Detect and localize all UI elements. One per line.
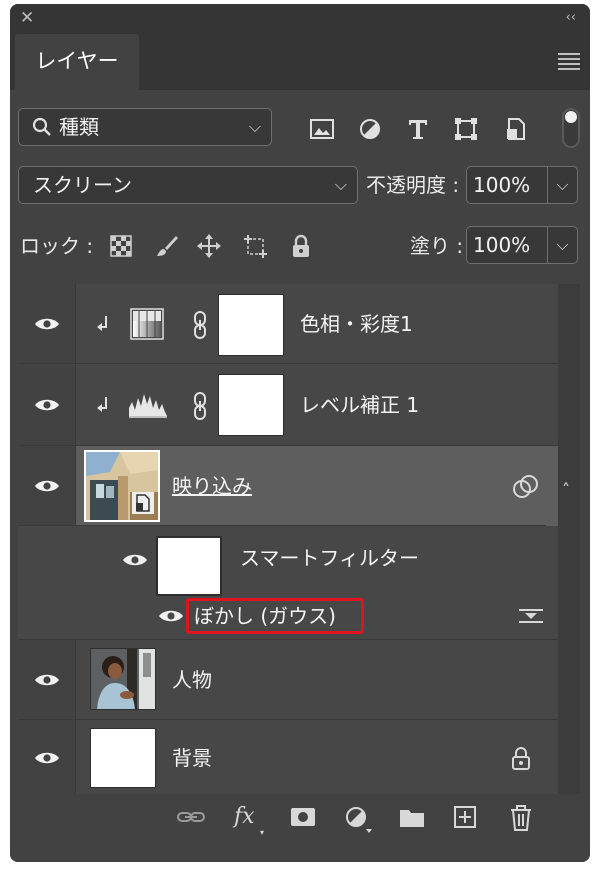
layers-list: 色相・彩度1 レベル補正 1 映り込み スマートフィルター ぼかし (ガウス) … (18, 284, 558, 794)
shape-filter-icon[interactable] (452, 115, 480, 143)
layer-name[interactable]: ぼかし (ガウス) (194, 602, 336, 630)
mask-link-icon[interactable] (192, 391, 208, 425)
lock-artboard-icon[interactable] (242, 233, 268, 259)
layers-scrollbar[interactable]: ˄ (558, 284, 580, 794)
layer-name[interactable]: 人物 (172, 666, 212, 694)
fx-dropdown-indicator: ▾ (260, 828, 265, 837)
layer-thumbnail[interactable] (90, 728, 156, 788)
opacity-input[interactable]: 100% (466, 166, 548, 204)
lock-position-icon[interactable] (196, 233, 222, 259)
collapse-effects-chevron-icon[interactable]: ˄ (562, 480, 570, 499)
layer-thumbnail-selected-frame[interactable] (84, 450, 160, 522)
adjustment-layer-icon[interactable] (344, 804, 372, 833)
hue-saturation-adjustment-icon (130, 308, 164, 344)
lock-label: ロック : (20, 234, 94, 258)
eye-icon[interactable] (158, 608, 184, 624)
type-filter-icon[interactable] (404, 115, 432, 143)
layers-panel-window: ✕ ‹‹ レイヤー 種類 ⌵ スクリーン ⌵ 不透明度 : 100% ⌵ ロック… (10, 4, 590, 862)
hamburger-menu-icon[interactable] (558, 53, 580, 73)
selected-row-edge (546, 446, 558, 526)
lock-all-icon[interactable] (288, 233, 314, 259)
mask-link-icon[interactable] (192, 310, 208, 344)
blend-mode-value: スクリーン (33, 173, 132, 197)
layer-row-background[interactable]: 背景 (18, 720, 558, 794)
person-thumbnail-image (91, 649, 155, 709)
filter-toggle-switch[interactable] (562, 108, 580, 148)
clipping-mask-arrow-icon (96, 314, 110, 338)
layer-kind-filter-select[interactable]: 種類 ⌵ (18, 108, 272, 146)
layer-mask-thumbnail[interactable] (218, 294, 284, 356)
layer-name[interactable]: レベル補正 1 (300, 391, 419, 419)
smart-object-filter-icon[interactable] (502, 115, 530, 143)
eye-icon[interactable] (34, 750, 60, 766)
eye-icon[interactable] (34, 478, 60, 494)
layer-name[interactable]: 背景 (172, 744, 212, 772)
smart-filter-indicator-icon (512, 474, 540, 504)
opacity-label: 不透明度 : (366, 173, 460, 197)
opacity-dropdown-button[interactable]: ⌵ (548, 166, 578, 204)
panel-tab-strip: レイヤー (10, 32, 590, 90)
layer-row-gaussian-blur-filter[interactable]: ぼかし (ガウス) (18, 592, 558, 640)
clipping-mask-arrow-icon (96, 395, 110, 419)
lock-transparent-pixels-icon[interactable] (108, 233, 134, 259)
layer-row-person[interactable]: 人物 (18, 640, 558, 720)
fill-dropdown-button[interactable]: ⌵ (548, 226, 578, 264)
eye-icon[interactable] (34, 397, 60, 413)
smart-object-badge-icon (132, 492, 154, 518)
fx-icon[interactable]: fx (234, 804, 255, 829)
panel-titlebar: ✕ ‹‹ (10, 4, 590, 32)
layer-name[interactable]: 色相・彩度1 (300, 310, 413, 338)
new-layer-icon[interactable] (452, 804, 478, 830)
link-layers-icon[interactable] (176, 804, 205, 830)
tab-layers[interactable]: レイヤー (15, 34, 139, 90)
fill-label: 塗り : (410, 234, 464, 258)
close-icon[interactable]: ✕ (20, 6, 34, 30)
fill-input[interactable]: 100% (466, 226, 548, 264)
layer-mask-thumbnail[interactable] (218, 374, 284, 436)
filter-blending-options-icon[interactable] (518, 606, 544, 630)
chevron-down-icon: ⌵ (334, 175, 347, 194)
layer-kind-label: 種類 (59, 115, 99, 139)
image-filter-icon[interactable] (308, 115, 336, 143)
lock-image-pixels-icon[interactable] (154, 233, 180, 259)
eye-icon[interactable] (122, 552, 148, 568)
layer-row-smart-filters[interactable]: スマートフィルター (18, 526, 558, 596)
collapse-panel-icon[interactable]: ‹‹ (566, 7, 576, 29)
new-group-icon[interactable] (398, 804, 424, 830)
layer-row-levels[interactable]: レベル補正 1 (18, 364, 558, 446)
blend-mode-select[interactable]: スクリーン ⌵ (18, 166, 358, 204)
layer-lock-icon (510, 746, 532, 774)
layer-name[interactable]: 映り込み (172, 472, 252, 500)
adjustment-filter-icon[interactable] (356, 115, 384, 143)
layer-row-hue-saturation[interactable]: 色相・彩度1 (18, 284, 558, 364)
layer-thumbnail[interactable] (90, 648, 156, 710)
search-icon (31, 115, 53, 143)
trash-icon[interactable] (508, 804, 534, 831)
levels-adjustment-icon (128, 390, 168, 422)
chevron-down-icon: ⌵ (248, 117, 261, 136)
eye-icon[interactable] (34, 672, 60, 688)
eye-icon[interactable] (34, 316, 60, 332)
smart-filter-mask-thumbnail[interactable] (156, 536, 222, 596)
add-mask-icon[interactable] (290, 804, 316, 830)
layer-row-smart-object[interactable]: 映り込み (18, 446, 558, 526)
layer-name[interactable]: スマートフィルター (240, 544, 419, 572)
